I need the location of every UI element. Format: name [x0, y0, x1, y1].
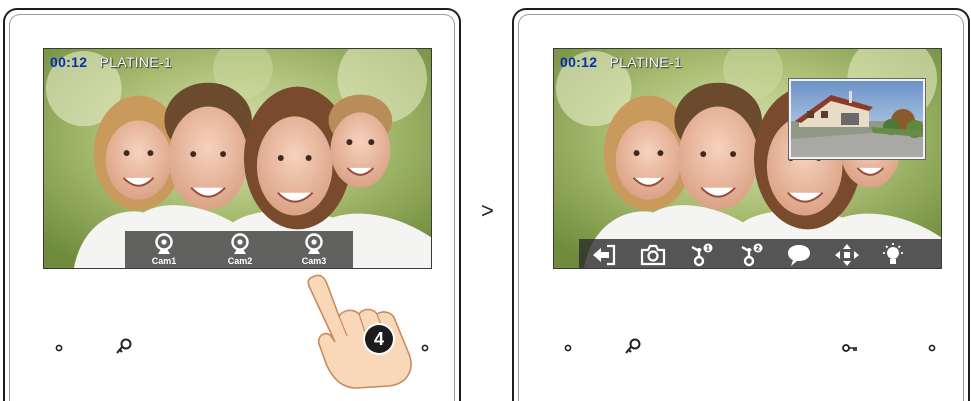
- osd-door-station: PLATINE-1: [609, 54, 682, 70]
- osd-overlay: 00:12 PLATINE-1: [50, 54, 172, 70]
- webcam-icon: [231, 233, 249, 254]
- talk-button[interactable]: [624, 336, 644, 356]
- camera-icon[interactable]: [639, 242, 667, 268]
- osd-time: 00:12: [50, 54, 88, 70]
- cam2-button[interactable]: Cam2: [217, 233, 263, 268]
- settings-arrows-icon[interactable]: [833, 242, 861, 268]
- osd-door-station: PLATINE-1: [99, 54, 172, 70]
- pointing-hand-icon: [307, 274, 412, 389]
- step-badge: 4: [365, 325, 393, 353]
- unlock-1-badge: 1: [706, 246, 710, 253]
- webcam-icon: [155, 233, 173, 254]
- call-toolbar: 1 2: [579, 239, 941, 268]
- step-arrow: >: [481, 198, 494, 223]
- exit-icon[interactable]: [589, 242, 617, 268]
- video-screen[interactable]: 00:12 PLATINE-1 Cam1 Cam2 Cam3: [43, 48, 432, 269]
- webcam-icon: [305, 233, 323, 254]
- cam3-label: Cam3: [301, 256, 327, 266]
- menu-led-icon: [928, 344, 936, 352]
- pip-house-image: [791, 81, 923, 157]
- key-icon[interactable]: [842, 342, 858, 354]
- intercom-chat-icon[interactable]: [785, 242, 813, 268]
- talk-button[interactable]: [115, 336, 135, 356]
- unlock-2-icon[interactable]: 2: [737, 242, 765, 268]
- osd-time: 00:12: [560, 54, 598, 70]
- video-screen[interactable]: 00:12 PLATINE-1 1 2: [553, 48, 942, 269]
- intercom-monitor-right: 00:12 PLATINE-1 1 2: [512, 8, 970, 401]
- cam1-button[interactable]: Cam1: [141, 233, 187, 268]
- cam3-button[interactable]: Cam3: [291, 233, 337, 268]
- camera-selection-bar: Cam1 Cam2 Cam3: [125, 231, 353, 268]
- unlock-1-icon[interactable]: 1: [687, 242, 715, 268]
- power-led-icon: [564, 344, 572, 352]
- light-bulb-icon[interactable]: [879, 242, 907, 268]
- cam2-label: Cam2: [227, 256, 253, 266]
- power-led-icon: [55, 344, 63, 352]
- unlock-2-badge: 2: [756, 246, 760, 253]
- cam1-label: Cam1: [151, 256, 177, 266]
- picture-in-picture-camera[interactable]: [789, 79, 925, 159]
- osd-overlay: 00:12 PLATINE-1: [560, 54, 682, 70]
- intercom-monitor-left: 00:12 PLATINE-1 Cam1 Cam2 Cam3 4: [3, 8, 461, 401]
